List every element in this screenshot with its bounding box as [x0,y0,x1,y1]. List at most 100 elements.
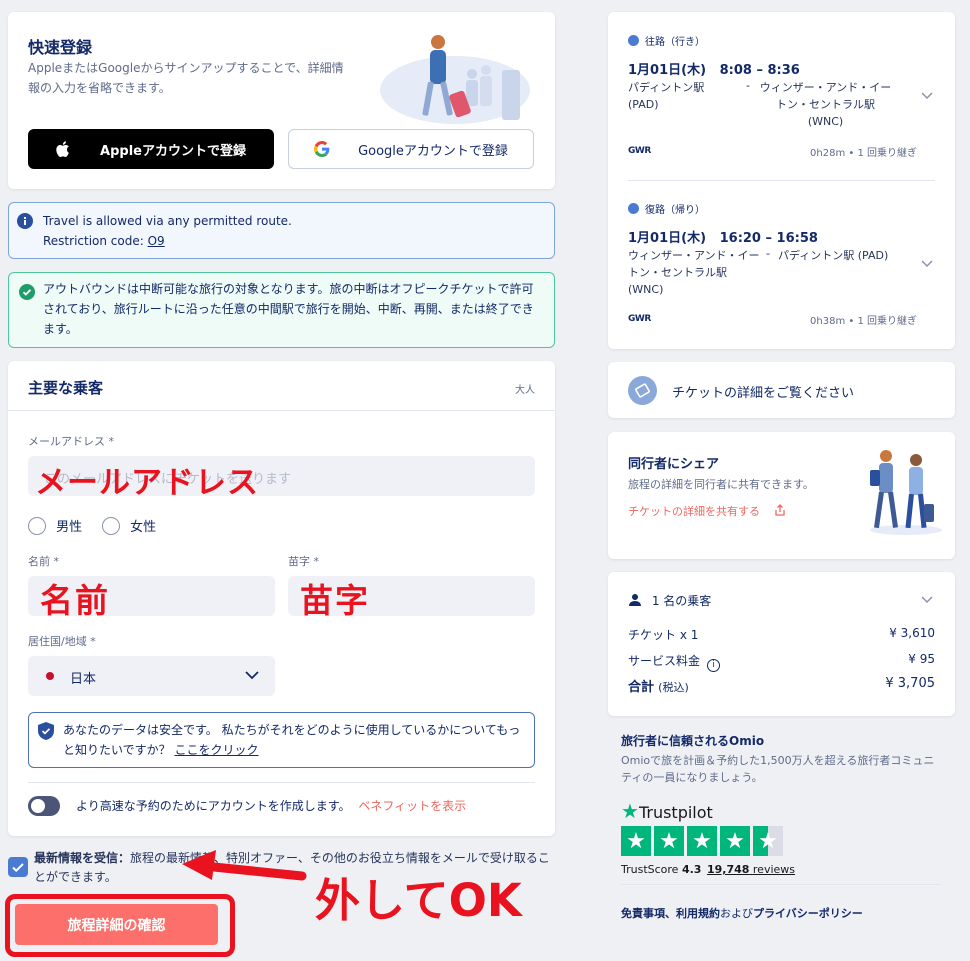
confirm-button[interactable]: 旅程詳細の確認 [15,904,218,945]
chevron-down-icon [921,596,933,604]
passenger-count-row[interactable]: 1 名の乗客 [628,592,935,609]
ticket-price-value: ¥ 3,610 [889,626,935,640]
ticket-price-label: チケット x 1 [628,628,699,642]
shield-icon [38,722,54,740]
and-text: および [720,907,753,920]
restriction-code-label: Restriction code: [43,234,148,248]
privacy-text: あなたのデータは安全です。 私たちがそれをどのように使用しているかについてもっと… [63,720,527,760]
route-info-line1: Travel is allowed via any permitted rout… [43,214,292,228]
chevron-down-icon [921,260,933,268]
route-info-line2: Restriction code: O9 [43,231,165,251]
ticket-details-card[interactable]: チケットの詳細をご覧ください [608,362,955,418]
legal-divider [621,884,941,885]
return-meta: 0h38m • 1 回乗り継ぎ [810,316,917,327]
return-section[interactable]: 復路（帰り） 1月01日(木) 16:20 – 16:58 ウィンザー・アンド・… [608,182,955,342]
outbound-heading-row: 往路（行き） [628,33,705,48]
last-name-annotation: 苗字 [300,581,370,620]
share-link-label: チケットの詳細を共有する [628,505,760,518]
restriction-code-link[interactable]: O9 [148,234,165,248]
reviews-count: 19,748 [706,863,750,876]
outbound-meta: 0h28m • 1 回乗り継ぎ [810,148,917,159]
gender-male-option[interactable]: 男性 [28,516,82,535]
country-value: 日本 [70,672,97,687]
outbound-operator-logo: GWR [628,146,651,156]
passenger-title-divider [8,410,555,411]
toggle-knob [31,799,45,813]
return-heading-row: 復路（帰り） [628,201,705,216]
outbound-to: ウィンザー・アンド・イートン・セントラル駅 (WNC) [759,81,892,128]
disclaimer-link[interactable]: 免責事項、 [621,907,676,920]
ticket-glyph-icon [635,383,650,398]
terms-link[interactable]: 利用規約 [676,907,720,920]
gender-female-option[interactable]: 女性 [102,516,156,535]
create-account-toggle[interactable] [28,796,60,816]
quick-signup-card: 快速登録 AppleまたはGoogleからサインアップすることで、詳細情報の入力… [8,12,555,189]
chevron-down-icon [921,92,933,100]
passenger-title: 主要な乗客 [28,379,104,397]
privacy-policy-link[interactable]: プライバシーポリシー [753,907,863,920]
first-name-annotation: 名前 [40,581,110,620]
check-icon [12,863,24,873]
return-time: 1月01日(木) 16:20 – 16:58 [628,231,818,246]
service-fee-value: ¥ 95 [908,652,935,666]
privacy-link[interactable]: ここをクリック [174,743,258,757]
total-label: 合計 [628,680,655,695]
ticket-details-text: チケットの詳細をご覧ください [672,386,855,401]
apple-signup-label: Appleアカウントで登録 [100,143,246,159]
travelers-illustration [870,450,942,535]
outbound-check-icon [628,35,639,46]
service-fee-label: サービス料金 [628,654,701,668]
star-icon: ★ [720,826,750,856]
email-annotation: メールアドレス [35,465,259,501]
passenger-type: 大人 [515,385,535,396]
share-title: 同行者にシェア [628,457,720,472]
country-label: 居住国/地域 * [28,635,96,648]
confirm-button-label: 旅程詳細の確認 [67,917,166,934]
create-account-text: より高速な予約のためにアカウントを作成します。 [76,799,351,813]
info-icon[interactable]: i [706,659,720,672]
check-circle-icon [19,284,35,300]
return-check-icon [628,203,639,214]
reviews-link[interactable]: 19,748 reviews [707,863,795,876]
signup-description: AppleまたはGoogleからサインアップすることで、詳細情報の入力を省略でき… [28,61,344,95]
newsletter-checkbox[interactable] [8,857,28,877]
account-divider [28,782,535,783]
trust-title: 旅行者に信頼されるOmio [621,734,765,748]
google-signup-button[interactable]: Googleアカウントで登録 [288,129,534,169]
outbound-heading: 往路（行き） [645,37,705,48]
share-link[interactable]: チケットの詳細を共有する [628,503,786,519]
trustpilot-stars: ★ ★ ★ ★ ★ [621,826,786,856]
female-radio[interactable] [102,516,120,535]
service-fee-row: サービス料金 i ¥ 95 [628,652,935,672]
outbound-section[interactable]: 往路（行き） 1月01日(木) 8:08 – 8:36 パディントン駅 (PAD… [608,12,955,172]
benefit-link[interactable]: ベネフィットを表示 [358,799,466,813]
traveler-illustration [380,35,530,124]
star-icon: ★ [687,826,717,856]
apple-signup-button[interactable]: Appleアカウントで登録 [28,129,274,169]
first-name-label: 名前 * [28,555,59,568]
outbound-from: パディントン駅 (PAD) [628,81,705,111]
newsletter-bold: 最新情報を受信： [34,851,131,865]
share-desc: 旅程の詳細を同行者に共有できます。 [628,478,814,491]
reviews-label: reviews [752,863,796,876]
price-summary-card: 1 名の乗客 チケット x 1 ¥ 3,610 サービス料金 i ¥ 95 合計… [608,572,955,716]
male-radio[interactable] [28,516,46,535]
country-select[interactable]: 日本 [28,656,275,696]
star-icon: ★ [621,826,651,856]
ticket-icon [628,376,657,405]
ticket-price-row: チケット x 1 ¥ 3,610 [628,626,935,643]
half-star-icon: ★ [753,826,783,856]
outbound-time: 1月01日(木) 8:08 – 8:36 [628,63,800,78]
return-heading: 復路（帰り） [645,205,705,216]
passenger-count: 1 名の乗客 [651,594,712,608]
last-name-label: 苗字 * [288,555,319,568]
total-value: ¥ 3,705 [885,676,935,691]
trustscore-label: TrustScore [621,863,679,876]
info-icon [17,213,33,229]
return-to: パディントン駅 (PAD) [778,249,889,262]
female-label: 女性 [130,520,157,535]
total-tax-note: (税込) [658,681,689,694]
share-card: 同行者にシェア 旅程の詳細を同行者に共有できます。 チケットの詳細を共有する [608,432,955,559]
trustpilot-brand: ★Trustpilot [621,799,713,823]
person-icon [629,594,641,606]
